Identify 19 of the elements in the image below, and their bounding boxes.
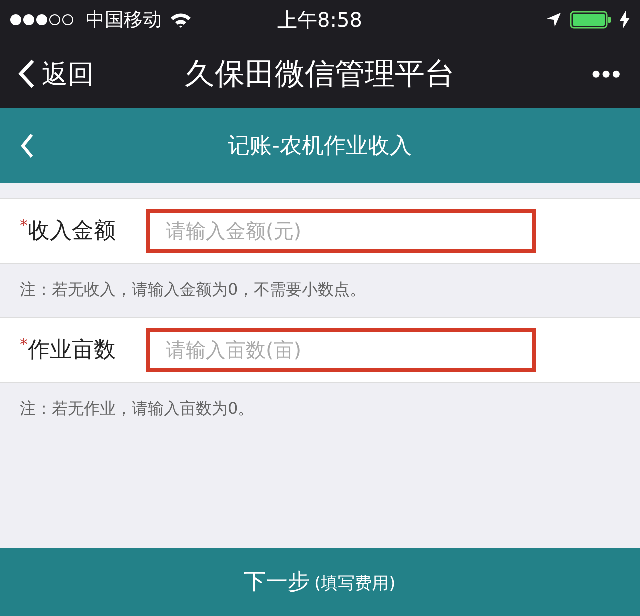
carrier-name: 中国移动 xyxy=(86,8,162,33)
next-step-button[interactable]: 下一步 (填写费用) xyxy=(0,548,640,616)
location-arrow-icon xyxy=(546,12,562,28)
input-field[interactable]: 请输入亩数(亩) xyxy=(146,328,536,372)
note-text: 注：若无收入，请输入金额为0，不需要小数点。 xyxy=(19,280,366,301)
charging-bolt-icon xyxy=(620,11,630,29)
more-button[interactable]: ••• xyxy=(592,58,622,90)
input-field[interactable]: 请输入金额(元) xyxy=(146,209,536,253)
back-button[interactable]: 返回 xyxy=(18,56,94,92)
clock-time: 上午8:58 xyxy=(278,6,362,34)
field-label: *作业亩数 xyxy=(19,335,117,365)
page-title: 记账-农机作业收入 xyxy=(228,132,412,160)
back-chevron-icon[interactable] xyxy=(20,132,34,158)
field-label: *收入金额 xyxy=(19,216,117,246)
wifi-icon xyxy=(170,12,192,28)
app-title: 久保田微信管理平台 xyxy=(185,56,455,94)
battery-icon xyxy=(570,11,612,29)
chevron-left-icon xyxy=(18,59,36,89)
note-text: 注：若无作业，请输入亩数为0。 xyxy=(19,399,254,420)
